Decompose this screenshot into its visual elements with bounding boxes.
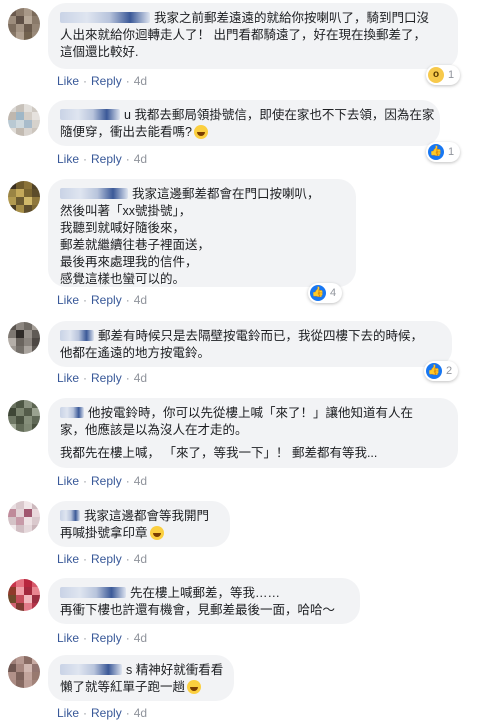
- like-icon: 👍: [310, 285, 326, 301]
- author-name[interactable]: [60, 587, 126, 598]
- comment-bubble: 我家這邊都會等我開門 再喊掛號拿印章: [48, 501, 230, 547]
- comment-text: 郵差就繼續往巷子裡面送，: [60, 238, 211, 252]
- comment-bubble: 我家之前郵差遠遠的就給你按喇叭了，騎到門口沒 人出來就給你迴轉走人了！ 出門看都…: [48, 3, 458, 69]
- timestamp[interactable]: 4d: [134, 552, 147, 566]
- like-button[interactable]: Like: [57, 293, 79, 307]
- comment-text: 這個還比較好.: [60, 45, 139, 59]
- author-name[interactable]: [60, 188, 128, 199]
- comment-text: 我家這邊郵差都會在門口按喇叭，: [132, 187, 320, 201]
- reply-button[interactable]: Reply: [91, 371, 122, 385]
- comment-text: 先在樓上喊郵差，等我……: [130, 586, 281, 600]
- reply-button[interactable]: Reply: [91, 706, 122, 720]
- like-button[interactable]: Like: [57, 552, 79, 566]
- comment-bubble: 他按電鈴時，你可以先從樓上喊「來了！」讓他知道有人在 家，他應該是以為沒人在才走…: [48, 398, 458, 468]
- timestamp[interactable]: 4d: [134, 631, 147, 645]
- comment-text: 我家這邊都會等我開門: [84, 509, 210, 523]
- comment-text: 我都先在樓上喊， 「來了，等我一下」！ 郵差都有等我...: [60, 446, 378, 460]
- reaction-count: 1: [448, 146, 455, 158]
- like-button[interactable]: Like: [57, 152, 79, 166]
- comment-text: 感覺這樣也蠻可以的。: [60, 272, 186, 286]
- reaction-badge[interactable]: o 1: [426, 65, 461, 85]
- comment-text: u 我都去郵局領掛號信，即使在家也不下去領，因為在家: [124, 108, 435, 122]
- author-name[interactable]: [60, 664, 122, 675]
- timestamp[interactable]: 4d: [134, 371, 147, 385]
- reaction-badge[interactable]: 👍 1: [426, 142, 461, 162]
- comment-text: 家，他應該是以為沒人在才走的。: [60, 423, 248, 437]
- timestamp[interactable]: 4d: [134, 293, 147, 307]
- comment-text: 最後再來處理我的信件，: [60, 255, 198, 269]
- author-name[interactable]: [60, 407, 84, 418]
- comment-bubble: s 精神好就衝看看 懶了就等紅單子跑一趟: [48, 655, 234, 701]
- comment-bubble: 郵差有時候只是去隔壁按電鈴而已，我從四樓下去的時候， 他都在遙遠的地方按電鈴。: [48, 321, 452, 367]
- comment-bubble: u 我都去郵局領掛號信，即使在家也不下去領，因為在家 隨便穿，衝出去能看嗎?: [48, 100, 440, 146]
- reaction-badge[interactable]: 👍 2: [424, 361, 459, 381]
- comment-text: 我聽到就喊好隨後來，: [60, 221, 186, 235]
- avatar[interactable]: [8, 656, 40, 688]
- comment-text: 然後叫著「xx號掛號」，: [60, 204, 192, 218]
- like-button[interactable]: Like: [57, 74, 79, 88]
- author-name[interactable]: [60, 510, 80, 521]
- timestamp[interactable]: 4d: [134, 706, 147, 720]
- avatar[interactable]: [8, 104, 40, 136]
- reaction-count: 1: [448, 69, 455, 81]
- comment-text: 他按電鈴時，你可以先從樓上喊「來了！」讓他知道有人在: [88, 406, 414, 420]
- like-button[interactable]: Like: [57, 474, 79, 488]
- comment-text: s 精神好就衝看看: [126, 663, 224, 677]
- comment-text: 再衝下樓也許還有機會，見郵差最後一面，哈哈～: [60, 603, 336, 617]
- reply-button[interactable]: Reply: [91, 474, 122, 488]
- timestamp[interactable]: 4d: [134, 474, 147, 488]
- comment-text: 他都在遙遠的地方按電鈴。: [60, 346, 211, 360]
- avatar[interactable]: [8, 501, 40, 533]
- avatar[interactable]: [8, 8, 40, 40]
- comment-text: 懶了就等紅單子跑一趟: [60, 680, 186, 694]
- wow-icon: o: [428, 67, 444, 83]
- reaction-badge[interactable]: 👍 4: [308, 283, 343, 303]
- author-name[interactable]: [60, 330, 94, 341]
- timestamp[interactable]: 4d: [134, 152, 147, 166]
- comment-text: 我家之前郵差遠遠的就給你按喇叭了，騎到門口沒: [154, 11, 430, 25]
- author-name[interactable]: [60, 109, 120, 120]
- reply-button[interactable]: Reply: [91, 631, 122, 645]
- reply-button[interactable]: Reply: [91, 74, 122, 88]
- avatar[interactable]: [8, 181, 40, 213]
- like-button[interactable]: Like: [57, 631, 79, 645]
- laughing-emoji-icon: [149, 526, 164, 540]
- comment-text: 人出來就給你迴轉走人了！ 出門看都騎遠了，好在現在換郵差了，: [60, 28, 426, 42]
- comment-text: 再喊掛號拿印章: [60, 526, 148, 540]
- laughing-emoji-icon: [193, 125, 208, 139]
- reaction-count: 4: [330, 287, 337, 299]
- comment-text: 隨便穿，衝出去能看嗎?: [60, 125, 192, 139]
- avatar[interactable]: [8, 322, 40, 354]
- like-button[interactable]: Like: [57, 371, 79, 385]
- avatar[interactable]: [8, 579, 40, 611]
- reply-button[interactable]: Reply: [91, 152, 122, 166]
- like-icon: 👍: [428, 144, 444, 160]
- comment-bubble: 先在樓上喊郵差，等我…… 再衝下樓也許還有機會，見郵差最後一面，哈哈～: [48, 578, 360, 624]
- reply-button[interactable]: Reply: [91, 552, 122, 566]
- laughing-emoji-icon: [187, 680, 202, 694]
- timestamp[interactable]: 4d: [134, 74, 147, 88]
- comment-text: 郵差有時候只是去隔壁按電鈴而已，我從四樓下去的時候，: [98, 329, 424, 343]
- avatar[interactable]: [8, 400, 40, 432]
- reply-button[interactable]: Reply: [91, 293, 122, 307]
- author-name[interactable]: [60, 12, 150, 23]
- reaction-count: 2: [446, 365, 453, 377]
- comment-bubble: 我家這邊郵差都會在門口按喇叭， 然後叫著「xx號掛號」， 我聽到就喊好隨後來， …: [48, 179, 356, 287]
- like-button[interactable]: Like: [57, 706, 79, 720]
- like-icon: 👍: [426, 363, 442, 379]
